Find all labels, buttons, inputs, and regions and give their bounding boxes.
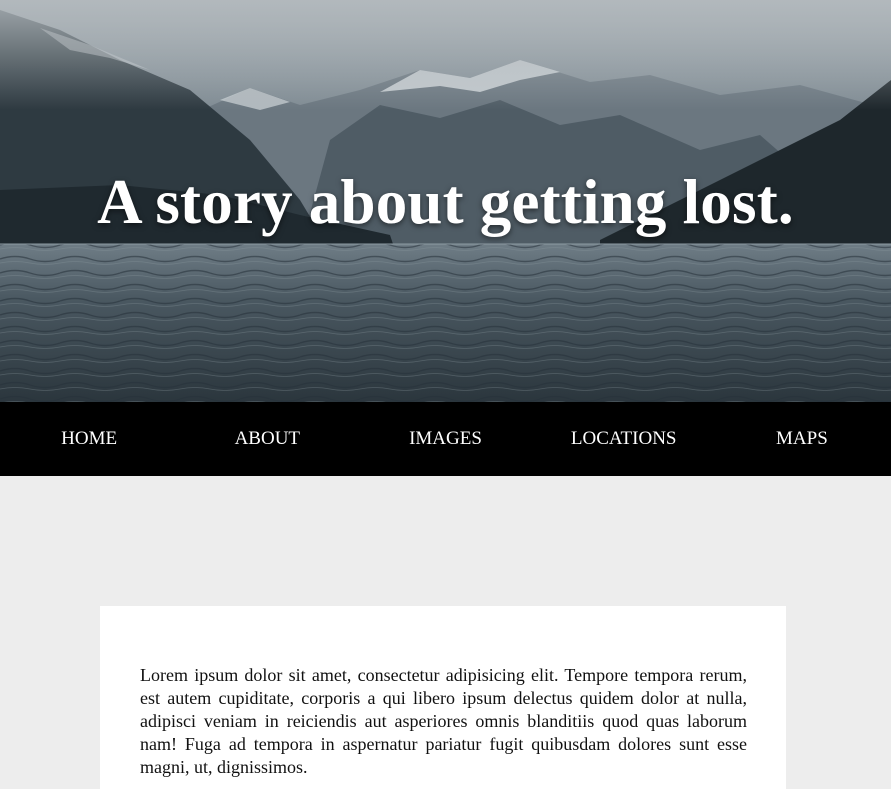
card-paragraph: Lorem ipsum dolor sit amet, consectetur …: [140, 665, 747, 777]
nav-item-images[interactable]: IMAGES: [356, 402, 534, 476]
main-nav: HOME ABOUT IMAGES LOCATIONS MAPS: [0, 402, 891, 476]
content-card: Lorem ipsum dolor sit amet, consectetur …: [100, 606, 786, 789]
hero-banner: A story about getting lost.: [0, 0, 891, 402]
nav-item-about[interactable]: ABOUT: [178, 402, 356, 476]
nav-item-maps[interactable]: MAPS: [713, 402, 891, 476]
nav-item-home[interactable]: HOME: [0, 402, 178, 476]
hero-title: A story about getting lost.: [97, 167, 794, 237]
main-content: Lorem ipsum dolor sit amet, consectetur …: [0, 476, 891, 789]
nav-item-locations[interactable]: LOCATIONS: [535, 402, 713, 476]
